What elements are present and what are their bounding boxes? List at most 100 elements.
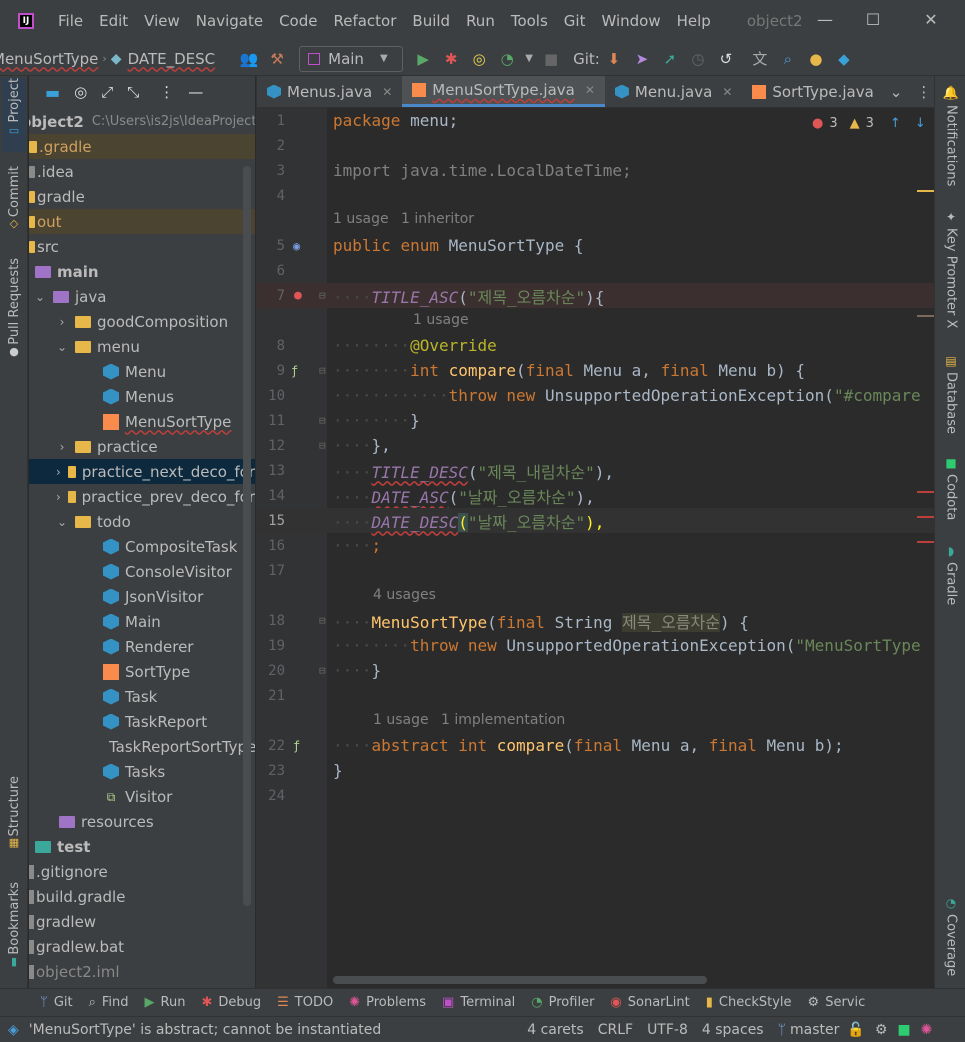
chevron-right-icon[interactable]: › — [55, 315, 69, 329]
tree-row[interactable]: SortType — [29, 659, 255, 684]
tool-checkstyle[interactable]: ▮ CheckStyle — [706, 995, 792, 1010]
tree-row[interactable]: › practice_prev_deco_for — [29, 484, 255, 509]
chevron-down-icon[interactable]: ⌄ — [55, 515, 69, 529]
menu-tools[interactable]: Tools — [509, 12, 556, 30]
tree-row[interactable]: TaskReport — [29, 709, 255, 734]
tab-options-icon[interactable]: ⋮ — [908, 76, 934, 107]
menu-file[interactable]: File — [56, 12, 91, 30]
tree-row[interactable]: TaskReportSortType — [29, 734, 255, 759]
rollback-icon[interactable]: ↺ — [712, 46, 740, 72]
users-icon[interactable]: 👥 — [235, 46, 263, 72]
hide-panel-icon[interactable]: — — [188, 83, 203, 101]
minimize-icon[interactable]: — — [815, 10, 835, 29]
error-stripe-marker[interactable] — [917, 516, 934, 518]
tool-tab-notifications[interactable]: 🔔 Notifications — [939, 86, 963, 186]
inspector-icon[interactable]: ⚙ — [875, 1022, 888, 1038]
tree-row[interactable]: .idea — [29, 159, 255, 184]
layers-icon[interactable]: ◈ — [8, 1022, 19, 1038]
expand-all-icon[interactable]: ⤢ — [101, 83, 113, 101]
editor-horizontal-scrollbar[interactable] — [333, 976, 707, 984]
menu-navigate[interactable]: Navigate — [194, 12, 271, 30]
breakpoint-icon[interactable]: ● — [294, 288, 302, 303]
tree-row[interactable]: src — [29, 234, 255, 259]
chevron-down-icon[interactable]: ⌄ — [33, 290, 47, 304]
chevron-right-icon[interactable]: › — [55, 490, 62, 504]
tree-row[interactable]: › goodComposition — [29, 309, 255, 334]
tree-row[interactable]: .gradle — [29, 134, 255, 159]
chevron-right-icon[interactable]: › — [55, 465, 62, 479]
tool-tab-project[interactable]: Project ▭ — [2, 78, 26, 152]
close-tab-icon[interactable]: ✕ — [382, 85, 392, 99]
fold-icon[interactable]: ⊟ — [319, 439, 326, 452]
tool-tab-commit[interactable]: Commit ◇ — [2, 166, 26, 236]
locate-target-icon[interactable]: ◎ — [74, 83, 87, 101]
menu-refactor[interactable]: Refactor — [331, 12, 404, 30]
usage-hint[interactable]: 1 usage — [373, 712, 429, 728]
tree-row[interactable]: Menus — [29, 384, 255, 409]
tab-list-chevron-icon[interactable]: ⌄ — [884, 76, 909, 107]
tool-tab-structure[interactable]: Structure ▦ — [2, 776, 26, 858]
coverage-icon[interactable]: ◎ — [465, 46, 493, 72]
inheritor-hint[interactable]: 1 inheritor — [401, 211, 474, 227]
line-separator[interactable]: CRLF — [598, 1022, 633, 1038]
lock-icon[interactable]: 🔓 — [847, 1022, 864, 1038]
usage-hint[interactable]: 1 usage — [413, 312, 469, 328]
translate-icon[interactable]: 文 — [746, 46, 774, 72]
tool-tab-coverage[interactable]: ◔ Coverage — [939, 896, 963, 976]
caret-count[interactable]: 4 carets — [527, 1022, 583, 1038]
tree-row[interactable]: › practice — [29, 434, 255, 459]
tool-tab-key-promoter[interactable]: ✦ Key Promoter X — [939, 210, 963, 328]
tool-find[interactable]: ⌕ Find — [89, 995, 129, 1010]
update-badge-icon[interactable]: ● — [802, 46, 830, 72]
tab-menus-java[interactable]: Menus.java ✕ — [257, 76, 402, 107]
stripe-marker[interactable] — [917, 315, 934, 317]
tab-sorttype-java[interactable]: SortType.java — [742, 76, 883, 107]
tool-tab-bookmarks[interactable]: Bookmarks ▮ — [2, 882, 26, 974]
problems-status-icon[interactable]: ✺ — [921, 1022, 933, 1038]
tree-root[interactable]: object2 C:\Users\is2js\IdeaProject — [29, 109, 255, 134]
run-config-select[interactable]: Main ▼ — [299, 45, 404, 72]
tool-sonarlint[interactable]: ◉ SonarLint — [610, 995, 689, 1010]
tree-row[interactable]: Renderer — [29, 634, 255, 659]
tree-row[interactable]: Tasks — [29, 759, 255, 784]
tool-problems[interactable]: ✺ Problems — [349, 995, 426, 1010]
menu-edit[interactable]: Edit — [97, 12, 136, 30]
close-tab-icon[interactable]: ✕ — [585, 83, 595, 97]
menu-run[interactable]: Run — [464, 12, 503, 30]
tree-row[interactable]: object2.iml — [29, 959, 255, 984]
history-icon[interactable]: ◷ — [684, 46, 712, 72]
build-hammer-icon[interactable]: ⚒ — [263, 46, 291, 72]
tool-terminal[interactable]: ▣ Terminal — [442, 995, 515, 1010]
implemented-marker-icon[interactable]: ◉ — [293, 239, 300, 253]
tab-menu-java[interactable]: Menu.java ✕ — [605, 76, 742, 107]
collapse-all-icon[interactable]: ⤡ — [127, 83, 139, 101]
tree-row[interactable]: test — [29, 834, 255, 859]
run-icon[interactable]: ▶ — [409, 46, 437, 72]
search-icon[interactable]: ⌕ — [774, 46, 802, 72]
fold-icon[interactable]: ⊟ — [319, 364, 326, 377]
file-encoding[interactable]: UTF-8 — [647, 1022, 688, 1038]
usage-hint[interactable]: 1 usage — [333, 211, 389, 227]
tool-git[interactable]: ᛘ Git — [40, 995, 73, 1010]
menu-view[interactable]: View — [142, 12, 188, 30]
fold-icon[interactable]: ⊟ — [319, 614, 326, 627]
menu-code[interactable]: Code — [277, 12, 325, 30]
breadcrumb-class[interactable]: MenuSortType — [0, 50, 98, 68]
git-commit-icon[interactable]: ➤ — [628, 46, 656, 72]
tree-row[interactable]: build.gradle — [29, 884, 255, 909]
tree-row[interactable]: ⧉ Visitor — [29, 784, 255, 809]
fold-icon[interactable]: ⊟ — [319, 289, 326, 302]
tree-row[interactable]: Main — [29, 609, 255, 634]
status-message[interactable]: 'MenuSortType' is abstract; cannot be in… — [29, 1022, 381, 1038]
menu-window[interactable]: Window — [599, 12, 668, 30]
tree-row[interactable]: MenuSortType — [29, 409, 255, 434]
tree-row[interactable]: ConsoleVisitor — [29, 559, 255, 584]
stop-icon[interactable]: ■ — [537, 46, 565, 72]
profile-icon[interactable]: ◔ — [493, 46, 521, 72]
tree-row[interactable]: main — [29, 259, 255, 284]
intellij-logo-icon[interactable]: IJ — [18, 13, 34, 29]
tree-row[interactable]: ⌄ menu — [29, 334, 255, 359]
close-tab-icon[interactable]: ✕ — [722, 85, 732, 99]
tree-row[interactable]: JsonVisitor — [29, 584, 255, 609]
git-branch[interactable]: master — [790, 1022, 839, 1038]
